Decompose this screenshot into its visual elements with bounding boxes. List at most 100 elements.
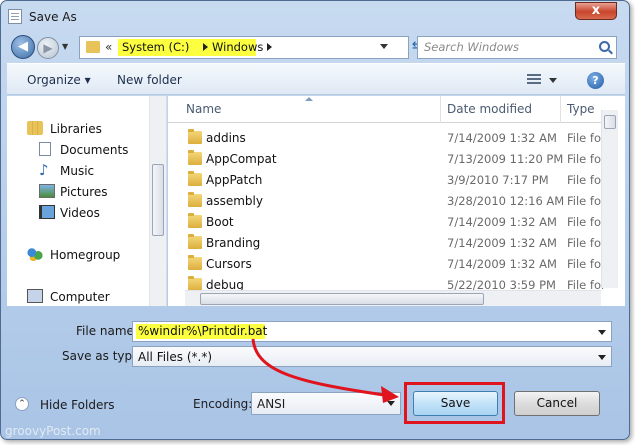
breadcrumb-separator-icon[interactable] [267,43,272,51]
file-date: 3/28/2010 12:16 AM [447,194,565,208]
file-row[interactable]: Boot 7/14/2009 1:32 AM File fol [168,211,608,232]
videos-icon [39,205,55,219]
file-date: 7/14/2009 1:32 AM [447,236,557,250]
pictures-icon [39,184,55,198]
hide-folders-label: Hide Folders [40,398,115,412]
column-divider[interactable] [440,96,441,123]
chevron-down-icon[interactable] [598,330,606,335]
folder-icon [188,150,202,165]
music-icon: ♪ [39,161,49,179]
scrollbar-thumb[interactable] [152,164,164,236]
sidebar-item-label: Pictures [60,185,108,199]
notepad-icon [8,9,22,24]
chevron-down-icon[interactable] [387,401,395,406]
file-name: AppCompat [206,152,277,166]
save-button[interactable]: Save [413,391,498,416]
forward-button[interactable]: ▶ [37,37,59,59]
file-name-label: File name: [76,324,138,338]
address-dropdown-icon[interactable] [380,44,388,49]
sidebar-item-label: Videos [60,206,100,220]
file-name-value: %windir%\Printdir.bat [138,324,268,338]
file-list-vertical-scrollbar[interactable] [601,110,618,288]
back-button[interactable]: ◀ [11,35,35,59]
sidebar-item-label: Documents [60,143,129,157]
folder-icon [188,192,202,207]
encoding-value: ANSI [257,397,286,411]
file-name: assembly [206,194,263,208]
search-placeholder: Search Windows [424,40,520,54]
file-row[interactable]: assembly 3/28/2010 12:16 AM File fol [168,190,608,211]
column-divider[interactable] [560,96,561,123]
scrollbar-thumb[interactable] [200,293,484,305]
chevron-up-icon: ⌃ [15,397,29,411]
file-date: 7/14/2009 1:32 AM [447,131,557,145]
scrollbar-thumb[interactable] [604,115,616,129]
folder-icon [188,213,202,228]
column-name[interactable]: Name [186,102,221,116]
search-icon[interactable] [599,41,610,52]
folder-icon [188,129,202,144]
help-icon[interactable]: ? [587,72,604,89]
command-toolbar: Organize ▾ New folder ? [7,63,625,95]
recent-pages-dropdown[interactable]: ▼ [62,42,68,51]
window-title: Save As [29,10,77,24]
file-row[interactable]: AppPatch 3/9/2010 7:17 PM File fol [168,169,608,190]
computer-icon [27,289,43,303]
column-header-row: Name Date modified Type [168,96,608,123]
save-form: File name: %windir%\Printdir.bat Save as… [7,309,625,437]
sort-ascending-icon [305,97,313,101]
save-as-type-select[interactable]: All Files (*.*) [132,346,612,367]
chevron-down-icon[interactable] [598,355,606,360]
folder-icon [188,234,202,249]
breadcrumb-separator-icon[interactable] [203,43,208,51]
libraries-icon [27,121,43,135]
file-date: 3/9/2010 7:17 PM [447,173,549,187]
file-list-pane: Name Date modified Type addins 7/14/2009 … [168,96,625,306]
views-icon[interactable] [527,74,541,86]
breadcrumb-system-c[interactable]: System (C:) [122,40,189,54]
encoding-select[interactable]: ANSI [251,392,401,415]
organize-menu[interactable]: Organize ▾ [27,73,91,87]
overflow-chevron[interactable]: « [105,40,112,54]
file-list-horizontal-scrollbar[interactable] [185,290,601,306]
address-row: ◀ ▶ ▼ « System (C:) Windows ⇆ Search Win… [7,32,625,62]
sidebar-item-label: Music [60,164,95,178]
file-row[interactable]: AppCompat 7/13/2009 11:20 PM File fol [168,148,608,169]
close-button[interactable]: x [575,2,617,20]
file-name-field[interactable]: %windir%\Printdir.bat [132,321,612,342]
file-row[interactable]: addins 7/14/2009 1:32 AM File fol [168,127,608,148]
cancel-button[interactable]: Cancel [514,391,600,416]
views-dropdown-icon[interactable] [549,78,557,83]
file-row[interactable]: Cursors 7/14/2009 1:32 AM File fol [168,253,608,274]
file-date: 7/14/2009 1:32 AM [447,257,557,271]
watermark: groovyPost.com [5,424,101,438]
navigation-scrollbar[interactable] [149,96,166,306]
column-date-modified[interactable]: Date modified [447,102,532,116]
breadcrumb-windows[interactable]: Windows [212,40,263,54]
sidebar-item-label: Homegroup [50,248,121,262]
file-name: Boot [206,215,234,229]
file-name: addins [206,131,246,145]
folder-icon [86,41,100,53]
new-folder-button[interactable]: New folder [117,73,182,87]
sidebar-item-label: Libraries [50,122,102,136]
sidebar-item-label: Computer [50,290,110,304]
search-input[interactable]: Search Windows [417,36,617,59]
encoding-label: Encoding: [193,397,253,411]
folder-icon [188,255,202,270]
file-date: 7/13/2009 11:20 PM [447,152,564,166]
file-date: 7/14/2009 1:32 AM [447,215,557,229]
save-as-dialog: Save As x ◀ ▶ ▼ « System (C:) Windows ⇆ … [0,0,630,440]
column-type[interactable]: Type [567,102,595,116]
title-bar: Save As x [1,1,629,31]
folder-icon [188,171,202,186]
navigation-pane: Libraries Documents ♪ Music Pictures Vide… [7,96,167,306]
file-name: Branding [206,236,261,250]
documents-icon [39,142,51,156]
file-row[interactable]: Branding 7/14/2009 1:32 AM File fol [168,232,608,253]
homegroup-icon [27,247,43,261]
save-as-type-value: All Files (*.*) [138,350,213,364]
address-bar[interactable]: « System (C:) Windows [79,36,409,59]
file-name: Cursors [206,257,252,271]
file-name: AppPatch [206,173,263,187]
